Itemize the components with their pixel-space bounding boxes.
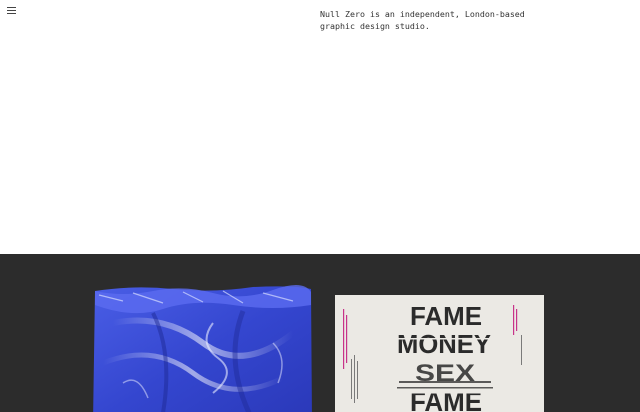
poster-word-4: FAME — [410, 386, 482, 412]
menu-button[interactable] — [7, 7, 16, 16]
project-image-blue-bag[interactable] — [93, 283, 313, 412]
hero-section: Null Zero is an independent, London-base… — [0, 0, 640, 254]
project-gallery: FAME MONEY SEX FAME — [0, 254, 640, 412]
studio-intro-text: Null Zero is an independent, London-base… — [320, 9, 525, 31]
poster-word-2: MONEY — [397, 329, 491, 359]
project-image-poster[interactable]: FAME MONEY SEX FAME — [335, 295, 544, 412]
hamburger-menu-icon — [7, 7, 16, 14]
